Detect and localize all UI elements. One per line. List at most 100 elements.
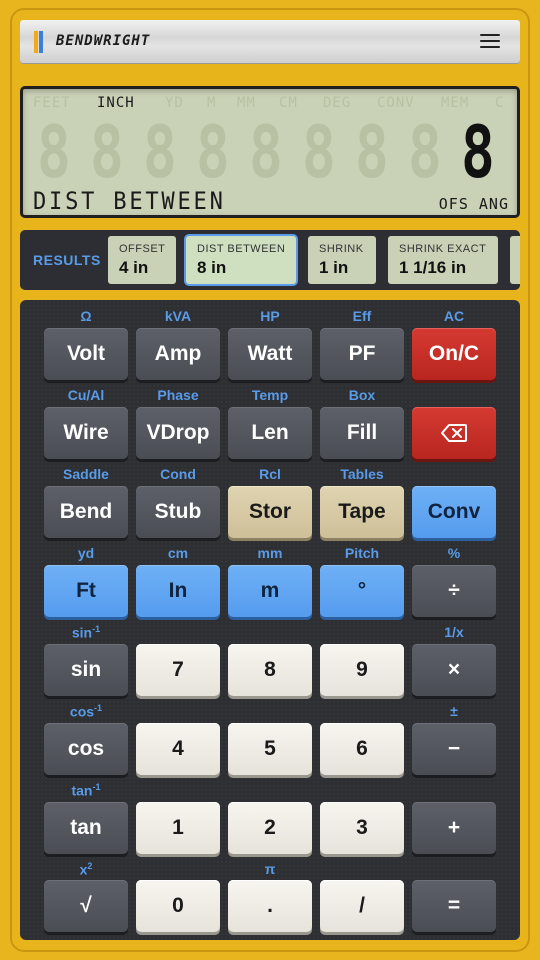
annunciator-deg: DEG (323, 95, 352, 111)
result-chip-value: 1 1/16 in (399, 258, 467, 277)
volt-button[interactable]: Volt (44, 328, 128, 380)
multiply-button[interactable]: × (412, 644, 496, 696)
secondary-label-pi: π (264, 861, 276, 877)
annunciator-c: C (495, 95, 505, 111)
add-button[interactable]: + (412, 802, 496, 854)
watt-button[interactable]: Watt (228, 328, 312, 380)
secondary-label-cond: Cond (160, 466, 196, 482)
degree-button[interactable]: ° (320, 565, 404, 617)
secondary-label-square: x2 (79, 861, 93, 878)
annunciator-inch: INCH (97, 95, 135, 111)
secondary-label-mm: mm (257, 545, 283, 561)
digit-2-button[interactable]: 2 (228, 802, 312, 854)
secondary-label-cm: cm (167, 545, 189, 561)
lcd-ghost-digit: 8 (143, 110, 177, 194)
digit-8-button[interactable]: 8 (228, 644, 312, 696)
secondary-label-percent: % (447, 545, 461, 561)
secondary-label-saddle: Saddle (63, 466, 109, 482)
secondary-label-eff: Eff (352, 308, 372, 324)
digit-6-button[interactable]: 6 (320, 723, 404, 775)
secondary-label-kva: kVA (164, 308, 192, 324)
bend-button[interactable]: Bend (44, 486, 128, 538)
annunciator-m: M (207, 95, 217, 111)
secondary-label-tables: Tables (340, 466, 384, 482)
keypad: Ω kVA HP Eff AC Volt Amp Watt PF On/C Cu… (20, 300, 520, 940)
secondary-label-arctan: tan-1 (71, 782, 101, 799)
digit-4-button[interactable]: 4 (136, 723, 220, 775)
result-chip-dist-between[interactable]: DIST BETWEEN 8 in (186, 236, 296, 284)
lcd-ghost-digit: 8 (408, 110, 442, 194)
result-chip-shrink-exact[interactable]: SHRINK EXACT 1 1/16 in (388, 236, 498, 284)
lcd-value: 8 (461, 110, 495, 194)
secondary-label-rcl: Rcl (259, 466, 281, 482)
meter-button[interactable]: m (228, 565, 312, 617)
result-chip-title: OFFSET (119, 243, 166, 255)
vdrop-button[interactable]: VDrop (136, 407, 220, 459)
annunciator-feet: FEET (33, 95, 71, 111)
stub-button[interactable]: Stub (136, 486, 220, 538)
brand-name: BENDWRIGHT (56, 33, 151, 49)
subtract-button[interactable]: − (412, 723, 496, 775)
sqrt-button[interactable]: √ (44, 880, 128, 932)
secondary-label-arcsin: sin-1 (71, 624, 101, 641)
len-button[interactable]: Len (228, 407, 312, 459)
digit-3-button[interactable]: 3 (320, 802, 404, 854)
annunciator-cm: CM (279, 95, 298, 111)
lcd-ghost-digit: 8 (37, 110, 71, 194)
amp-button[interactable]: Amp (136, 328, 220, 380)
equals-button[interactable]: = (412, 880, 496, 932)
result-chip-title: DIST BETWEEN (197, 243, 286, 255)
inch-button[interactable]: In (136, 565, 220, 617)
secondary-label-reciprocal: 1/x (444, 624, 464, 640)
results-label: RESULTS (33, 252, 101, 268)
secondary-label-phase: Phase (157, 387, 199, 403)
lcd-ghost-digit: 8 (249, 110, 283, 194)
digit-1-button[interactable]: 1 (136, 802, 220, 854)
results-strip: RESULTS OFFSET 4 in DIST BETWEEN 8 in SH… (20, 230, 520, 290)
feet-button[interactable]: Ft (44, 565, 128, 617)
result-chip-title: SHRINK (319, 243, 364, 255)
divide-button[interactable]: ÷ (412, 565, 496, 617)
decimal-point-button[interactable]: . (228, 880, 312, 932)
tan-button[interactable]: tan (44, 802, 128, 854)
brand-logo-icon (34, 31, 43, 53)
result-chip-partial[interactable] (510, 236, 520, 284)
on-clear-button[interactable]: On/C (412, 328, 496, 380)
cos-button[interactable]: cos (44, 723, 128, 775)
hamburger-menu-icon[interactable] (480, 34, 500, 50)
result-chip-value: 8 in (197, 258, 227, 277)
secondary-label-plus-minus: ± (450, 703, 458, 719)
result-chip-shrink[interactable]: SHRINK 1 in (308, 236, 376, 284)
lcd-function-label: DIST BETWEEN (33, 187, 226, 215)
lcd-mode-indicator: OFS ANG (438, 195, 509, 213)
pf-button[interactable]: PF (320, 328, 404, 380)
fraction-button[interactable]: / (320, 880, 404, 932)
secondary-label-box: Box (348, 387, 376, 403)
lcd-ghost-digit: 8 (355, 110, 389, 194)
digit-9-button[interactable]: 9 (320, 644, 404, 696)
conv-button[interactable]: Conv (412, 486, 496, 538)
backspace-button[interactable] (412, 407, 496, 459)
brand-bar: BENDWRIGHT (20, 20, 520, 64)
lcd-digits: 8 8 8 8 8 8 8 8 8 (37, 110, 517, 194)
digit-7-button[interactable]: 7 (136, 644, 220, 696)
tape-button[interactable]: Tape (320, 486, 404, 538)
lcd-ghost-digit: 8 (90, 110, 124, 194)
wire-button[interactable]: Wire (44, 407, 128, 459)
annunciator-conv: CONV (377, 95, 415, 111)
secondary-label-yd: yd (77, 545, 95, 561)
result-chip-offset[interactable]: OFFSET 4 in (108, 236, 176, 284)
secondary-label-pitch: Pitch (344, 545, 380, 561)
secondary-label-ohm: Ω (80, 308, 92, 324)
digit-5-button[interactable]: 5 (228, 723, 312, 775)
store-button[interactable]: Stor (228, 486, 312, 538)
result-chip-title: SHRINK EXACT (399, 243, 487, 255)
lcd-display: FEET INCH YD M MM CM DEG CONV MEM C 8 8 … (20, 86, 520, 218)
lcd-ghost-digit: 8 (196, 110, 230, 194)
secondary-label-cu-al: Cu/Al (67, 387, 105, 403)
secondary-label-temp: Temp (251, 387, 289, 403)
secondary-label-hp: HP (260, 308, 280, 324)
digit-0-button[interactable]: 0 (136, 880, 220, 932)
fill-button[interactable]: Fill (320, 407, 404, 459)
sin-button[interactable]: sin (44, 644, 128, 696)
